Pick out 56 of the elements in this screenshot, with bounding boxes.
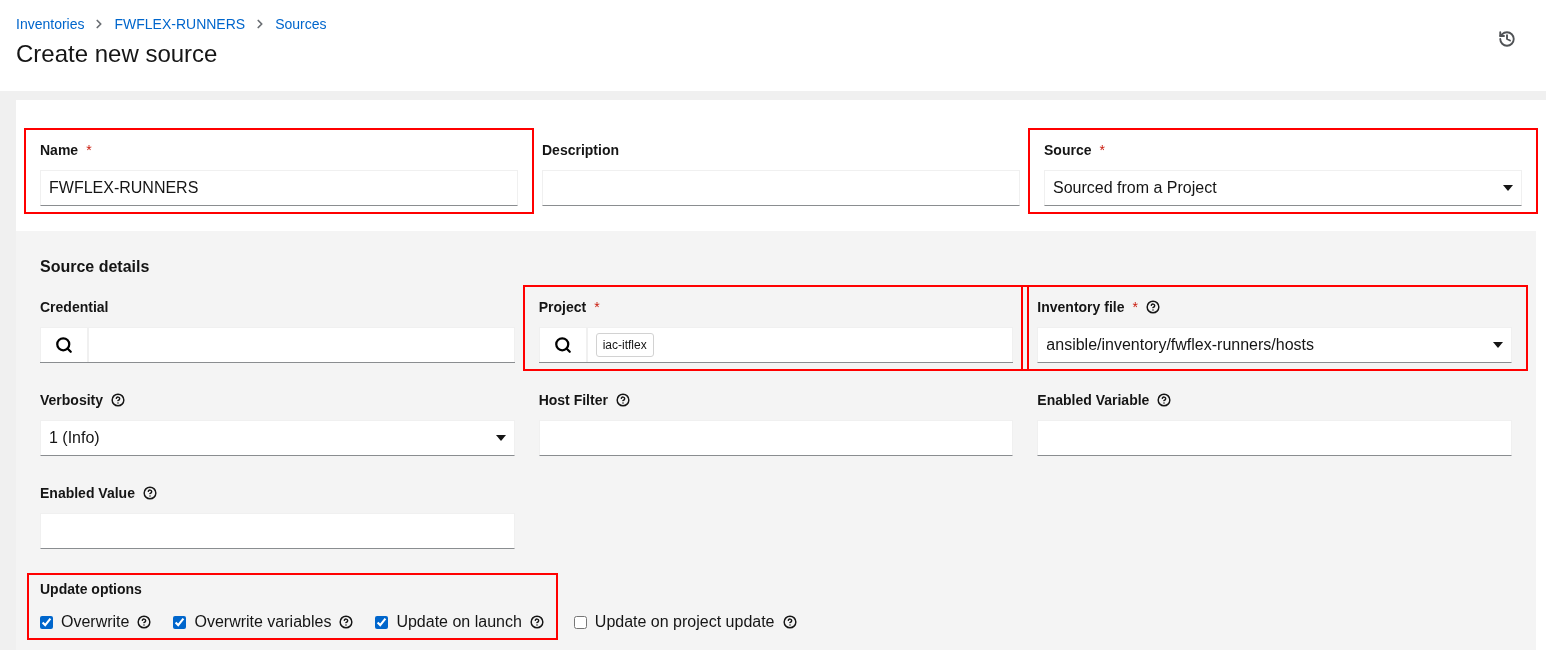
search-icon <box>55 336 73 354</box>
text-field[interactable] <box>542 170 1020 206</box>
group-label: Update options <box>40 580 143 599</box>
lookup-field[interactable]: iac-itflex <box>586 327 1014 362</box>
caret-icon <box>1493 342 1503 348</box>
field-label: Project <box>538 297 587 317</box>
checkbox-label: Overwrite variables <box>194 612 332 632</box>
caret-icon <box>495 435 506 441</box>
field-label: Source <box>1044 140 1092 160</box>
field-label: Enabled Variable <box>1037 390 1150 410</box>
select-field[interactable]: ansible/inventory/fwflex-runners/hosts <box>1037 327 1512 363</box>
help-icon[interactable] <box>111 393 126 407</box>
search-icon <box>553 336 572 354</box>
checkbox[interactable] <box>573 615 587 629</box>
caret-icon <box>1503 185 1513 191</box>
field-label: Credential <box>40 297 109 317</box>
lookup-field[interactable] <box>88 327 515 362</box>
field-label: Verbosity <box>40 390 104 410</box>
help-icon[interactable] <box>615 393 630 407</box>
search-button[interactable] <box>40 327 88 362</box>
field-label: Name <box>40 140 79 160</box>
help-icon[interactable] <box>529 615 544 629</box>
project-chip: iac-itflex <box>595 333 654 357</box>
help-icon[interactable] <box>1145 300 1160 314</box>
page-title: Create new source <box>16 39 219 69</box>
section-heading: Source details <box>40 257 151 277</box>
checkbox-label: Update on launch <box>396 612 522 632</box>
required-asterisk: * <box>594 297 600 317</box>
help-icon[interactable] <box>137 615 152 629</box>
select-field[interactable]: Sourced from a Project <box>1044 170 1522 206</box>
field-label: Inventory file <box>1037 297 1125 317</box>
text-field[interactable] <box>40 513 515 549</box>
text-field[interactable]: FWFLEX-RUNNERS <box>40 170 518 206</box>
breadcrumb-link[interactable]: Sources <box>275 13 327 35</box>
breadcrumb-link[interactable]: Inventories <box>16 13 85 35</box>
text-field[interactable] <box>538 420 1014 456</box>
field-label: Host Filter <box>538 390 608 410</box>
checkbox[interactable] <box>173 615 187 629</box>
help-icon[interactable] <box>1157 393 1172 407</box>
help-icon[interactable] <box>142 486 157 500</box>
required-asterisk: * <box>1132 297 1138 317</box>
select-field[interactable]: 1 (Info) <box>40 420 515 456</box>
required-asterisk: * <box>86 140 92 160</box>
field-label: Description <box>542 140 619 160</box>
checkbox[interactable] <box>40 615 53 629</box>
help-icon[interactable] <box>782 615 797 629</box>
text-field[interactable] <box>1037 420 1512 456</box>
field-label: Enabled Value <box>40 483 135 503</box>
breadcrumb-link[interactable]: FWFLEX-RUNNERS <box>114 13 246 35</box>
search-button[interactable] <box>538 327 587 362</box>
help-icon[interactable] <box>339 615 354 629</box>
required-asterisk: * <box>1099 140 1105 160</box>
checkbox[interactable] <box>375 615 389 629</box>
checkbox-label: Overwrite <box>61 612 130 632</box>
history-icon[interactable] <box>1498 30 1516 48</box>
checkbox-label: Update on project update <box>594 612 775 632</box>
